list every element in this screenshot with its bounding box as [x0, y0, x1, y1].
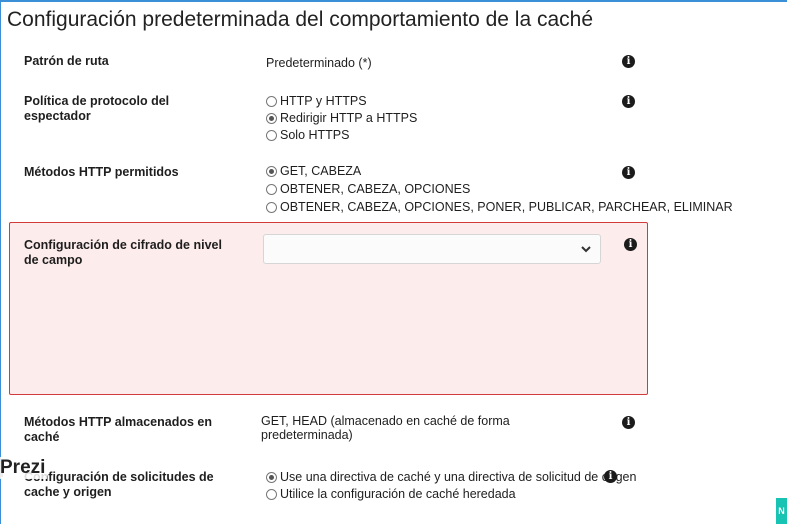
info-icon[interactable]: i [604, 470, 617, 483]
radio-all-methods[interactable]: OBTENER, CABEZA, OPCIONES, PONER, PUBLIC… [266, 200, 733, 214]
radio-button[interactable] [266, 112, 277, 124]
radio-label: Utilice la configuración de caché hereda… [280, 487, 516, 501]
page-title: Configuración predeterminada del comport… [7, 8, 594, 31]
radio-legacy-cache[interactable]: Utilice la configuración de caché hereda… [266, 487, 516, 501]
radio-button[interactable] [266, 488, 277, 500]
cached-methods-value: GET, HEAD (almacenado en caché de forma … [261, 414, 510, 442]
cached-methods-label: Métodos HTTP almacenados en caché [24, 415, 213, 444]
radio-button[interactable] [266, 129, 277, 141]
path-pattern-value: Predeterminado (*) [266, 56, 372, 70]
radio-label: GET, CABEZA [280, 164, 362, 178]
radio-redirect-http-to-https[interactable]: Redirigir HTTP a HTTPS [266, 111, 417, 125]
info-icon[interactable]: i [622, 416, 635, 429]
info-icon[interactable]: i [622, 55, 635, 68]
viewer-protocol-label: Política de protocolo del espectador [24, 94, 170, 123]
radio-button[interactable] [266, 95, 277, 107]
radio-cache-origin-policy[interactable]: Use una directiva de caché y una directi… [266, 470, 636, 484]
cache-origin-label: Configuración de solicitudes de cache y … [24, 470, 214, 499]
radio-label: Redirigir HTTP a HTTPS [280, 111, 418, 125]
radio-http-and-https[interactable]: HTTP y HTTPS [266, 94, 367, 108]
info-icon[interactable]: i [624, 238, 637, 251]
info-icon[interactable]: i [622, 166, 635, 179]
radio-label: Use una directiva de caché y una directi… [280, 470, 637, 484]
radio-button[interactable] [266, 201, 277, 213]
radio-label: OBTENER, CABEZA, OPCIONES, PONER, PUBLIC… [280, 200, 733, 214]
radio-get-head[interactable]: GET, CABEZA [266, 164, 361, 178]
chevron-down-icon [581, 246, 591, 253]
info-icon[interactable]: i [622, 95, 635, 108]
radio-button[interactable] [266, 165, 277, 177]
radio-label: HTTP y HTTPS [280, 94, 367, 108]
corner-badge[interactable]: N [776, 498, 787, 524]
radio-button[interactable] [266, 471, 277, 483]
radio-get-head-options[interactable]: OBTENER, CABEZA, OPCIONES [266, 182, 470, 196]
path-pattern-label: Patrón de ruta [24, 54, 109, 68]
field-encryption-select[interactable] [263, 234, 601, 264]
radio-label: OBTENER, CABEZA, OPCIONES [280, 182, 471, 196]
radio-button[interactable] [266, 183, 277, 195]
prezi-watermark: Prezi [0, 457, 48, 479]
radio-https-only[interactable]: Solo HTTPS [266, 128, 349, 142]
allowed-methods-label: Métodos HTTP permitidos [24, 165, 179, 179]
field-encryption-label: Configuración de cifrado de nivel de cam… [24, 238, 222, 267]
radio-label: Solo HTTPS [280, 128, 350, 142]
